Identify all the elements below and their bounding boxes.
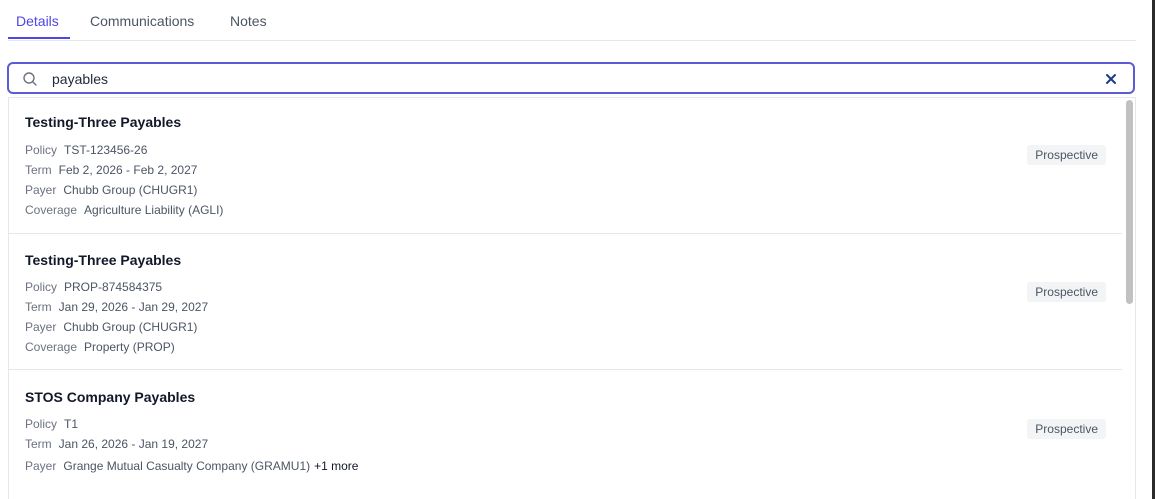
close-icon[interactable] — [1105, 72, 1117, 84]
result-term: Term Jan 26, 2026 - Jan 19, 2027 — [25, 437, 208, 451]
result-policy: Policy TST-123456-26 — [25, 143, 147, 157]
policy-label: Policy — [25, 417, 58, 431]
payer-label: Payer — [25, 320, 57, 334]
tab-details[interactable]: Details — [16, 13, 59, 29]
status-badge: Prospective — [1027, 145, 1106, 165]
search-icon — [22, 71, 38, 87]
tab-notes[interactable]: Notes — [230, 13, 267, 29]
policy-label: Policy — [25, 280, 58, 294]
payer-value: Chubb Group (CHUGR1) — [63, 183, 198, 197]
status-badge: Prospective — [1027, 419, 1106, 439]
results-scrollbar[interactable] — [1126, 100, 1133, 304]
search-input[interactable] — [52, 68, 1092, 90]
search-box[interactable] — [7, 62, 1135, 94]
result-term: Term Feb 2, 2026 - Feb 2, 2027 — [25, 163, 197, 177]
search-result-item[interactable]: Testing-Three Payables Policy PROP-874584… — [9, 234, 1122, 370]
result-term: Term Jan 29, 2026 - Jan 29, 2027 — [25, 300, 208, 314]
more-payers-link[interactable]: +1 more — [314, 459, 358, 473]
result-title: STOS Company Payables — [25, 389, 196, 405]
result-coverage: Coverage Agriculture Liability (AGLI) — [25, 203, 223, 217]
result-payer: Payer Grange Mutual Casualty Company (GRA… — [25, 459, 358, 473]
policy-value: TST-123456-26 — [64, 143, 148, 157]
term-label: Term — [25, 437, 52, 451]
result-policy: Policy PROP-874584375 — [25, 280, 162, 294]
policy-value: PROP-874584375 — [64, 280, 163, 294]
policy-label: Policy — [25, 143, 58, 157]
result-title: Testing-Three Payables — [25, 114, 182, 130]
payer-value: Chubb Group (CHUGR1) — [63, 320, 198, 334]
coverage-label: Coverage — [25, 203, 78, 217]
result-title: Testing-Three Payables — [25, 252, 182, 268]
tab-communications[interactable]: Communications — [90, 13, 194, 29]
active-tab-indicator — [8, 37, 70, 39]
term-value: Feb 2, 2026 - Feb 2, 2027 — [58, 163, 198, 177]
result-payer: Payer Chubb Group (CHUGR1) — [25, 320, 197, 334]
term-label: Term — [25, 300, 52, 314]
coverage-value: Agriculture Liability (AGLI) — [84, 203, 224, 217]
term-label: Term — [25, 163, 52, 177]
coverage-value: Property (PROP) — [84, 340, 175, 354]
search-results-dropdown: Testing-Three Payables Policy TST-123456-… — [8, 97, 1136, 499]
result-payer: Payer Chubb Group (CHUGR1) — [25, 183, 197, 197]
term-value: Jan 29, 2026 - Jan 29, 2027 — [58, 300, 209, 314]
result-policy: Policy T1 — [25, 417, 78, 431]
policy-value: T1 — [64, 417, 79, 431]
term-value: Jan 26, 2026 - Jan 19, 2027 — [58, 437, 209, 451]
tab-bar: Details Communications Notes — [8, 0, 1136, 41]
search-result-item[interactable]: STOS Company Payables Policy T1 Term Jan 2… — [9, 371, 1122, 499]
payer-value: Grange Mutual Casualty Company (GRAMU1) — [63, 459, 311, 473]
search-result-item[interactable]: Testing-Three Payables Policy TST-123456-… — [9, 98, 1122, 234]
payer-label: Payer — [25, 459, 57, 473]
status-badge: Prospective — [1027, 282, 1106, 302]
coverage-label: Coverage — [25, 340, 78, 354]
payer-label: Payer — [25, 183, 57, 197]
result-coverage: Coverage Property (PROP) — [25, 340, 175, 354]
